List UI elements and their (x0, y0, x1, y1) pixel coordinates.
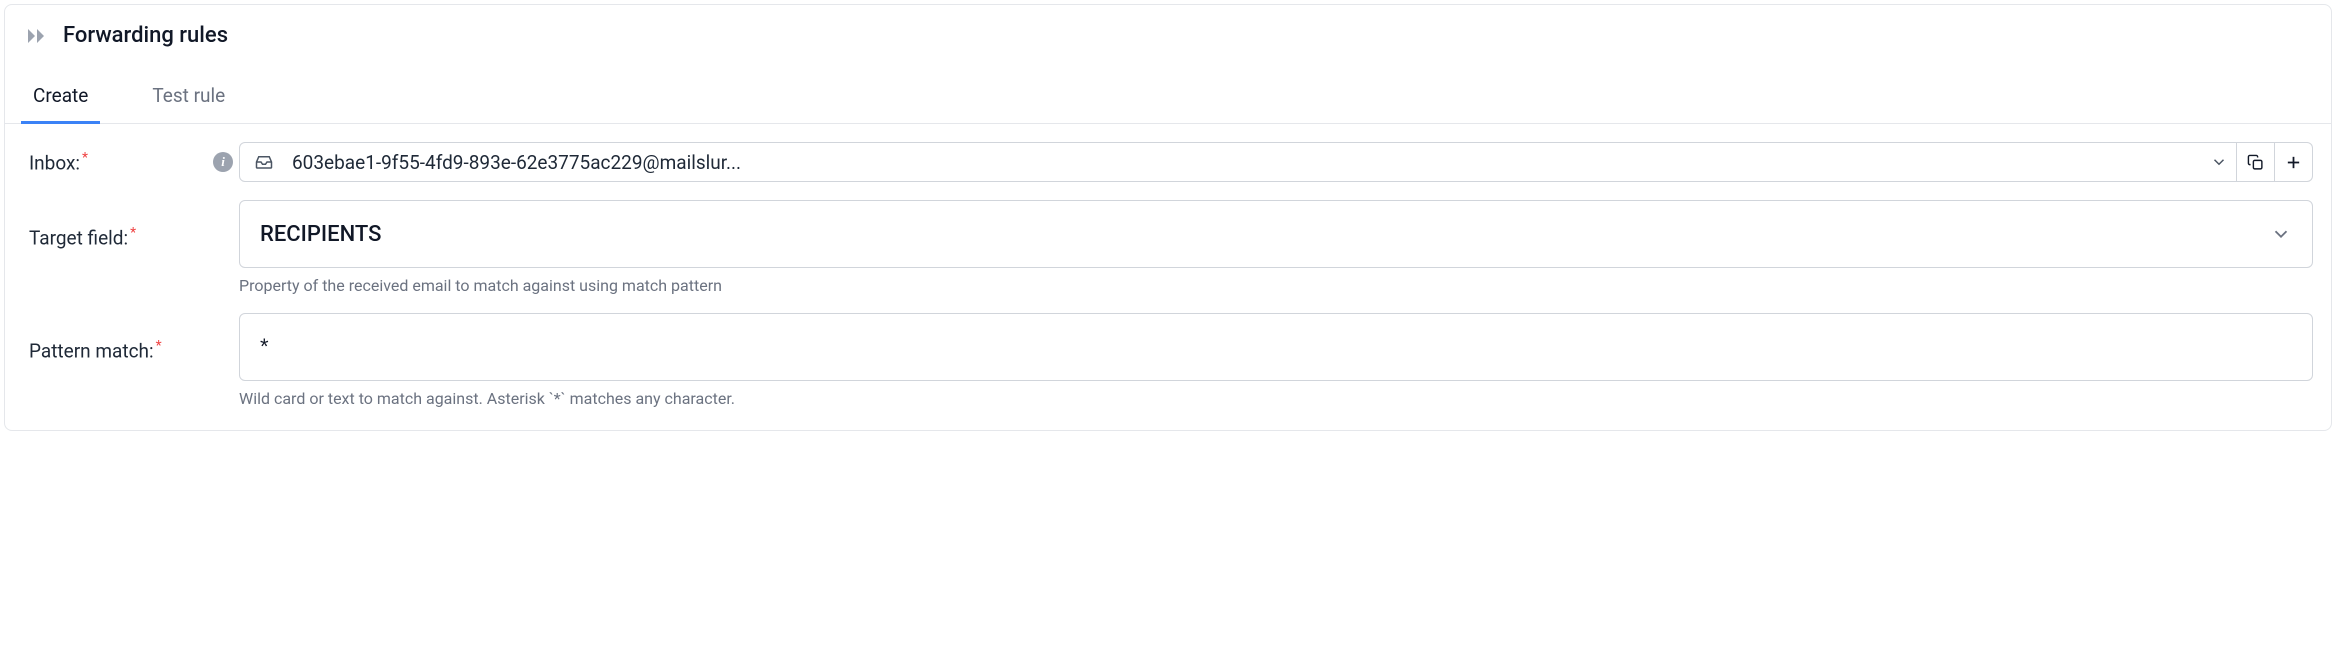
tabs: Create Test rule (5, 72, 2331, 124)
panel-title: Forwarding rules (63, 23, 228, 48)
forward-arrows-icon (27, 27, 49, 45)
target-field-label: Target field:* (29, 225, 136, 249)
target-field-help: Property of the received email to match … (239, 276, 2313, 295)
pattern-match-input-wrap (239, 313, 2313, 381)
inbox-input-group: 603ebae1-9f55-4fd9-893e-62e3775ac229@mai… (239, 142, 2313, 182)
chevron-down-icon (2270, 223, 2292, 245)
required-marker: * (82, 150, 88, 166)
label-col-inbox: Inbox:* i (29, 150, 239, 174)
row-target-field: Target field:* RECIPIENTS Property of th… (29, 200, 2313, 295)
pattern-match-input[interactable] (260, 334, 2292, 360)
chevron-down-icon (2210, 153, 2228, 171)
inbox-field-col: 603ebae1-9f55-4fd9-893e-62e3775ac229@mai… (239, 142, 2313, 182)
inbox-value: 603ebae1-9f55-4fd9-893e-62e3775ac229@mai… (292, 151, 2210, 174)
label-col-target: Target field:* (29, 225, 239, 249)
pattern-match-help: Wild card or text to match against. Aste… (239, 389, 2313, 408)
add-button[interactable] (2275, 142, 2313, 182)
copy-button[interactable] (2237, 142, 2275, 182)
target-field-select[interactable]: RECIPIENTS (239, 200, 2313, 268)
pattern-match-label: Pattern match:* (29, 338, 162, 362)
inbox-label: Inbox:* (29, 150, 88, 174)
inbox-select[interactable]: 603ebae1-9f55-4fd9-893e-62e3775ac229@mai… (239, 142, 2237, 182)
inbox-tray-icon (254, 153, 274, 171)
target-field-col: RECIPIENTS Property of the received emai… (239, 200, 2313, 295)
info-icon[interactable]: i (213, 152, 233, 172)
required-marker: * (130, 225, 136, 241)
required-marker: * (156, 338, 162, 354)
tab-test-rule[interactable]: Test rule (140, 72, 237, 124)
form-area: Inbox:* i 603ebae1-9f55-4fd9-893e-62e377… (5, 124, 2331, 430)
row-inbox: Inbox:* i 603ebae1-9f55-4fd9-893e-62e377… (29, 142, 2313, 182)
panel-header: Forwarding rules (5, 5, 2331, 58)
forwarding-rules-panel: Forwarding rules Create Test rule Inbox:… (4, 4, 2332, 431)
target-field-value: RECIPIENTS (260, 222, 2270, 247)
row-pattern-match: Pattern match:* Wild card or text to mat… (29, 313, 2313, 408)
pattern-field-col: Wild card or text to match against. Aste… (239, 313, 2313, 408)
label-col-pattern: Pattern match:* (29, 338, 239, 362)
tab-create[interactable]: Create (21, 72, 100, 124)
